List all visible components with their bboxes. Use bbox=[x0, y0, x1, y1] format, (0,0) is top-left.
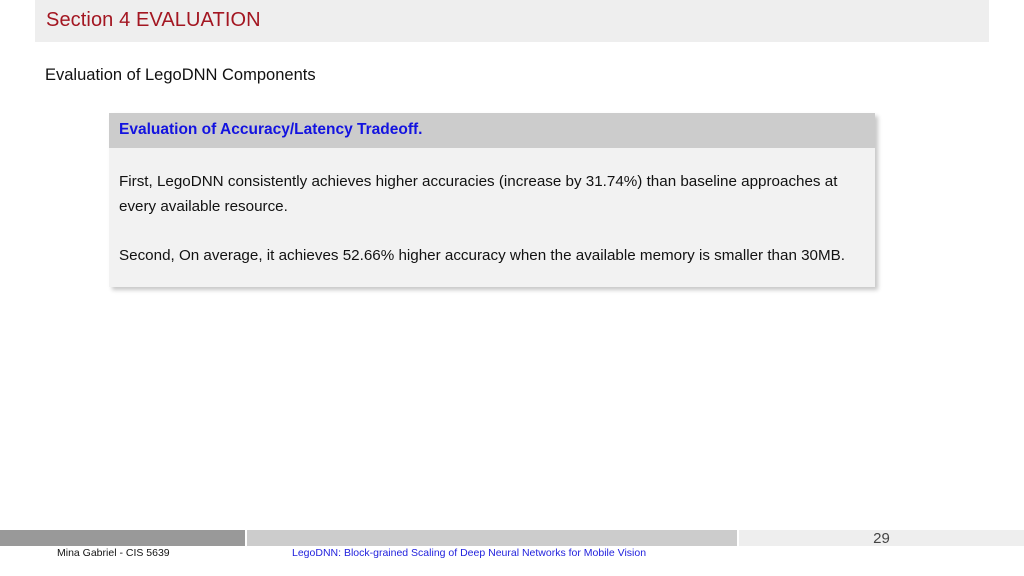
slide-subtitle: Evaluation of LegoDNN Components bbox=[45, 66, 316, 84]
footer-bar-left bbox=[0, 530, 245, 546]
footer-paper-title: LegoDNN: Block-grained Scaling of Deep N… bbox=[292, 547, 647, 559]
section-header-band: Section 4 EVALUATION bbox=[35, 0, 989, 42]
callout-header: Evaluation of Accuracy/Latency Tradeoff. bbox=[109, 113, 875, 148]
page-title: Section 4 EVALUATION bbox=[46, 9, 261, 31]
callout-box: Evaluation of Accuracy/Latency Tradeoff.… bbox=[109, 113, 875, 287]
callout-body: First, LegoDNN consistently achieves hig… bbox=[109, 148, 875, 287]
callout-header-label: Evaluation of Accuracy/Latency Tradeoff. bbox=[119, 121, 423, 138]
callout-paragraph: Second, On average, it achieves 52.66% h… bbox=[119, 247, 846, 264]
callout-paragraph: First, LegoDNN consistently achieves hig… bbox=[119, 173, 838, 215]
footer-author: Mina Gabriel - CIS 5639 bbox=[57, 547, 170, 559]
footer-page-number: 29 bbox=[873, 530, 890, 547]
footer-bar-middle bbox=[247, 530, 737, 546]
